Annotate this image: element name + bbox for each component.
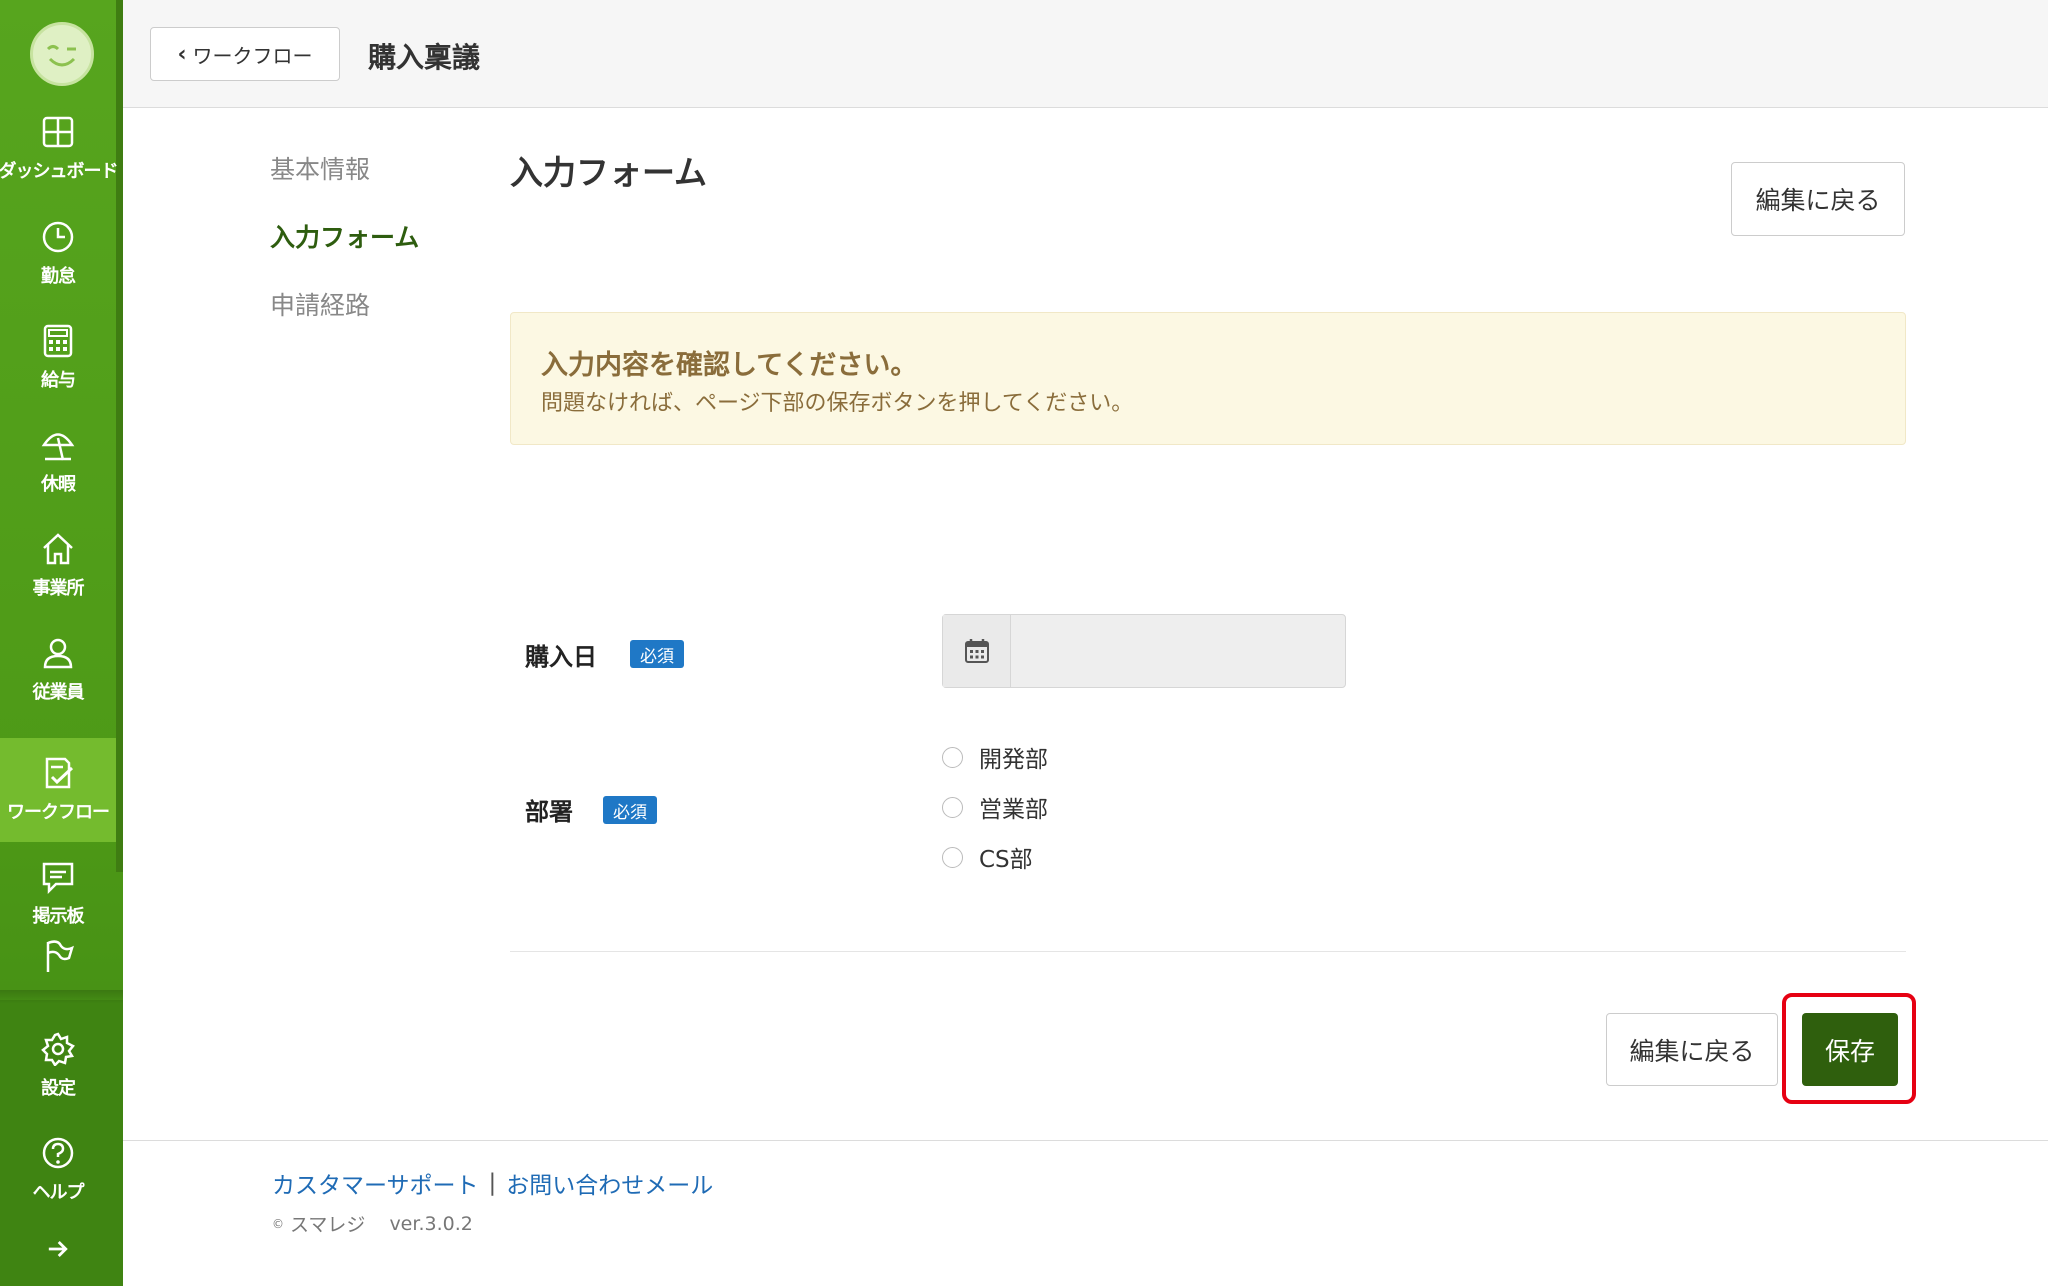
clock-icon <box>42 221 74 253</box>
gear-icon <box>41 1032 75 1066</box>
help-icon <box>42 1137 74 1169</box>
sidebar-item-label: 事業所 <box>32 578 85 599</box>
sidebar-expand-button[interactable] <box>0 1222 116 1276</box>
department-option-sales[interactable]: 営業部 <box>942 790 1048 824</box>
sidebar-item-label: ワークフロー <box>7 802 110 823</box>
radio-label: 営業部 <box>979 797 1048 823</box>
department-label: 部署 <box>525 798 573 826</box>
calculator-icon <box>43 324 73 358</box>
sidebar-item-settings[interactable]: 設定 <box>0 1014 116 1118</box>
sidebar-item-dashboard[interactable]: ダッシュボード <box>0 97 119 201</box>
back-to-edit-button-top[interactable]: 編集に戻る <box>1731 162 1905 236</box>
purchase-date-label: 購入日 <box>525 643 597 671</box>
step-basic-info[interactable]: 基本情報 <box>270 150 370 186</box>
sidebar-item-label: 従業員 <box>32 682 85 703</box>
alert-title: 入力内容を確認してください。 <box>541 350 918 381</box>
sidebar-item-help[interactable]: ヘルプ <box>0 1118 116 1222</box>
sidebar-item-payroll[interactable]: 給与 <box>0 306 116 410</box>
back-to-workflow-button[interactable]: ‹ ワークフロー <box>150 27 340 81</box>
footer-copyright: © スマレジ ver.3.0.2 <box>272 1210 473 1237</box>
sidebar-item-label: 掲示板 <box>32 906 85 927</box>
sidebar-item-flag[interactable] <box>0 930 116 990</box>
page-title: 購入稟議 <box>368 41 481 74</box>
alert-body: 問題なければ、ページ下部の保存ボタンを押してください。 <box>541 391 1134 416</box>
step-approval-route[interactable]: 申請経路 <box>270 286 370 322</box>
sidebar-item-label: ダッシュボード <box>0 161 119 182</box>
contact-email-link[interactable]: お問い合わせメール <box>506 1166 713 1200</box>
sidebar-item-label: 設定 <box>41 1078 76 1099</box>
copyright-symbol: © <box>272 1216 284 1231</box>
required-badge: 必須 <box>603 796 657 824</box>
brand-name: スマレジ <box>290 1214 366 1236</box>
sidebar-item-label: ヘルプ <box>32 1182 85 1203</box>
confirmation-alert: 入力内容を確認してください。 問題なければ、ページ下部の保存ボタンを押してくださ… <box>510 312 1906 445</box>
header: ‹ ワークフロー 購入稟議 <box>123 0 2048 108</box>
sidebar-item-office[interactable]: 事業所 <box>0 514 116 618</box>
department-option-dev[interactable]: 開発部 <box>942 740 1048 774</box>
sidebar-item-attendance[interactable]: 勤怠 <box>0 202 116 306</box>
arrow-right-icon <box>48 1240 68 1258</box>
radio-label: CS部 <box>979 847 1033 873</box>
sidebar-item-employees[interactable]: 従業員 <box>0 618 116 722</box>
radio-button[interactable] <box>942 746 963 768</box>
sidebar-item-workflow[interactable]: ワークフロー <box>0 738 116 842</box>
footer-separator: | <box>488 1170 497 1196</box>
radio-button[interactable] <box>942 796 963 818</box>
logo-icon[interactable] <box>30 22 94 86</box>
footer-links: カスタマーサポート | お問い合わせメール <box>272 1166 713 1200</box>
calendar-icon[interactable] <box>943 615 1011 687</box>
chevron-left-icon: ‹ <box>177 41 187 67</box>
user-icon <box>43 638 73 669</box>
flag-icon <box>46 940 74 972</box>
purchase-date-input[interactable] <box>942 614 1346 688</box>
footer-divider <box>123 1140 2048 1141</box>
back-button-label: ワークフロー <box>192 43 313 68</box>
chat-icon <box>42 862 74 894</box>
section-title: 入力フォーム <box>510 153 708 192</box>
sidebar-item-label: 給与 <box>41 370 76 391</box>
sidebar: ダッシュボード 勤怠 給与 休暇 事業所 従業員 ワークフロー 掲示板 設定 ヘ… <box>0 0 123 1286</box>
required-badge: 必須 <box>630 640 684 668</box>
form-divider <box>510 951 1906 952</box>
radio-button[interactable] <box>942 846 963 868</box>
department-option-cs[interactable]: CS部 <box>942 840 1033 874</box>
workflow-icon <box>45 757 74 789</box>
parasol-icon <box>41 433 75 461</box>
dashboard-icon <box>42 116 74 148</box>
back-to-edit-label: 編集に戻る <box>1755 186 1881 215</box>
back-to-edit-label: 編集に戻る <box>1629 1036 1755 1066</box>
radio-label: 開発部 <box>979 747 1048 773</box>
sidebar-divider <box>0 990 123 1004</box>
back-to-edit-button-bottom[interactable]: 編集に戻る <box>1606 1013 1778 1086</box>
home-icon <box>43 533 73 565</box>
sidebar-scrollbar[interactable] <box>116 0 123 872</box>
save-highlight-box <box>1782 993 1916 1104</box>
version-text: ver.3.0.2 <box>389 1212 473 1235</box>
step-input-form[interactable]: 入力フォーム <box>270 218 419 254</box>
customer-support-link[interactable]: カスタマーサポート <box>272 1166 479 1200</box>
sidebar-item-label: 休暇 <box>41 474 76 495</box>
sidebar-item-label: 勤怠 <box>41 266 76 287</box>
sidebar-item-leave[interactable]: 休暇 <box>0 410 116 514</box>
